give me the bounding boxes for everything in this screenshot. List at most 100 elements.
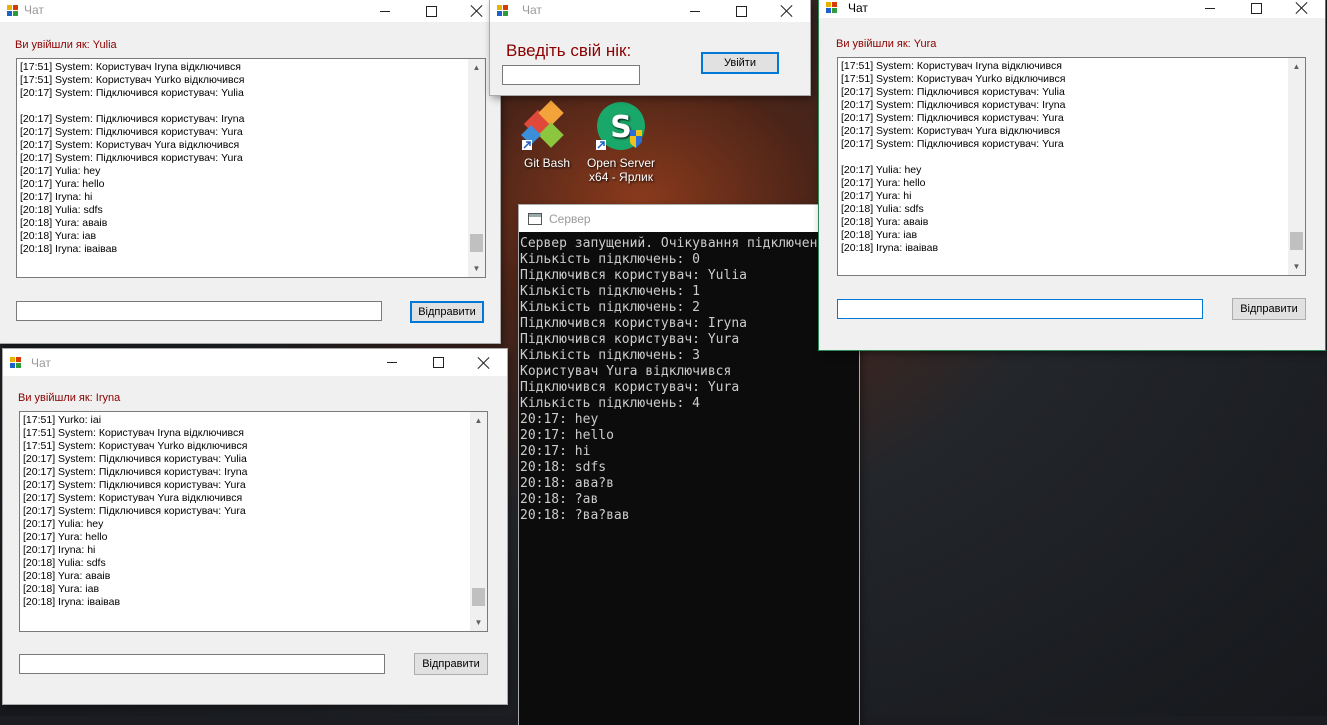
chat-message-line: [20:18] Iryna: іваівав	[23, 596, 121, 608]
app-icon	[10, 357, 21, 368]
desktop-icon-open-server[interactable]: S Open Server x64 - Ярлик	[581, 100, 661, 184]
svg-text:S: S	[610, 110, 632, 145]
chat-message-line: [20:18] Iryna: іваівав	[841, 242, 939, 254]
chat-history[interactable]: [17:51] System: Користувач Iryna відключ…	[16, 58, 486, 278]
login-window: Чат Введіть свій нік: Увійти	[490, 0, 810, 95]
chat-message-line: 20:18: ?ав	[520, 492, 599, 507]
chat-yulia-titlebar[interactable]: Чат	[0, 0, 500, 22]
chat-message-line: Кількість підключень: 4	[520, 396, 701, 411]
scroll-up-icon[interactable]: ▲	[468, 59, 485, 76]
chat-window-iryna: Чат Ви увійшли як: Iryna [17:51] Yurko: …	[3, 349, 507, 704]
chat-message-line: [20:17] System: Користувач Yura відключи…	[23, 492, 243, 504]
app-icon	[7, 5, 18, 16]
maximize-icon	[425, 5, 437, 17]
maximize-icon	[432, 357, 444, 368]
close-button[interactable]	[764, 0, 810, 22]
window-title: Чат	[24, 3, 44, 17]
chat-message-line: Кількість підключень: 2	[520, 300, 701, 315]
chat-message-line: [20:17] Yulia: hey	[23, 518, 104, 530]
send-button[interactable]: Відправити	[414, 653, 488, 675]
server-window: Сервер Сервер запущений. Очікування підк…	[519, 205, 859, 725]
chat-yura-titlebar[interactable]: Чат	[819, 0, 1325, 18]
scroll-up-icon[interactable]: ▲	[470, 412, 487, 429]
nick-input[interactable]	[502, 65, 640, 85]
scrollbar-thumb[interactable]	[470, 233, 483, 252]
chat-message-line: [20:17] System: Користувач Yura відключи…	[841, 125, 1061, 137]
close-icon	[781, 5, 793, 17]
logged-in-label: Ви увійшли як: Yulia	[15, 39, 117, 51]
chat-message-line	[841, 151, 1065, 164]
server-window-title: Сервер	[549, 212, 591, 226]
close-button[interactable]	[1279, 0, 1325, 16]
chat-message-line: [17:51] System: Користувач Yurko відключ…	[23, 440, 248, 452]
message-input[interactable]	[837, 299, 1203, 319]
chat-messages: [17:51] System: Користувач Iryna відключ…	[841, 60, 1065, 255]
maximize-button[interactable]	[415, 349, 461, 376]
minimize-icon	[387, 362, 397, 363]
chat-message-line: [20:17] Yura: hi	[841, 190, 912, 202]
chat-message-line	[20, 100, 244, 113]
open-server-icon: S	[596, 102, 645, 150]
chat-messages: [17:51] System: Користувач Iryna відключ…	[20, 61, 244, 256]
minimize-button[interactable]	[1187, 0, 1233, 16]
chat-scrollbar[interactable]: ▲ ▼	[470, 412, 487, 631]
chat-message-line: [20:17] Yura: hello	[23, 531, 108, 543]
chat-message-line: Кількість підключень: 1	[520, 284, 701, 299]
chat-history[interactable]: [17:51] Yurko: іаі [17:51] System: Корист…	[19, 411, 488, 632]
chat-message-line: [20:17] System: Підключився користувач: …	[841, 112, 1064, 124]
minimize-icon	[1205, 7, 1215, 9]
scroll-down-icon[interactable]: ▼	[468, 260, 485, 277]
chat-message-line: [20:17] System: Підключився користувач: …	[20, 152, 243, 164]
maximize-icon	[1250, 2, 1262, 14]
message-input[interactable]	[19, 654, 385, 674]
chat-message-line: 20:18: ава?в	[520, 476, 614, 491]
close-icon	[1296, 2, 1308, 14]
chat-iryna-titlebar[interactable]: Чат	[3, 349, 507, 376]
chat-scrollbar[interactable]: ▲ ▼	[1288, 58, 1305, 275]
minimize-button[interactable]	[369, 349, 415, 376]
chat-window-yulia: Чат Ви увійшли як: Yulia [17:51] System:…	[0, 0, 500, 343]
chat-message-line: [17:51] System: Користувач Iryna відключ…	[23, 427, 244, 439]
chat-message-line: Підключився користувач: Iryna	[520, 316, 747, 331]
chat-message-line: [20:17] Yura: hello	[841, 177, 926, 189]
chat-scrollbar[interactable]: ▲ ▼	[468, 59, 485, 277]
desktop-icon-label-line2: x64 - Ярлик	[589, 170, 653, 184]
scroll-down-icon[interactable]: ▼	[1288, 258, 1305, 275]
chat-message-line: Підключився користувач: Yura	[520, 380, 740, 395]
maximize-button[interactable]	[408, 0, 454, 22]
chat-history[interactable]: [17:51] System: Користувач Iryna відключ…	[837, 57, 1306, 276]
chat-message-line: Користувач Yura відключився	[520, 364, 732, 379]
scrollbar-thumb[interactable]	[1290, 231, 1303, 250]
chat-window-yura: Чат Ви увійшли як: Yura [17:51] System: …	[819, 0, 1325, 350]
send-button[interactable]: Відправити	[410, 301, 484, 323]
send-button[interactable]: Відправити	[1232, 298, 1306, 320]
desktop-icon-git-bash[interactable]: Git Bash	[507, 100, 587, 170]
scroll-up-icon[interactable]: ▲	[1288, 58, 1305, 75]
server-console-output[interactable]: Сервер запущений. Очікування підключен Кі…	[519, 232, 859, 725]
window-title: Чат	[848, 1, 868, 15]
chat-message-line: Підключився користувач: Yura	[520, 332, 740, 347]
minimize-button[interactable]	[672, 0, 718, 22]
minimize-icon	[380, 10, 390, 12]
login-button[interactable]: Увійти	[701, 52, 779, 74]
chat-message-line: 20:18: sdfs	[520, 460, 607, 475]
maximize-button[interactable]	[718, 0, 764, 22]
chat-message-line: [20:18] Yura: аваів	[841, 216, 929, 228]
scroll-down-icon[interactable]: ▼	[470, 614, 487, 631]
scrollbar-thumb[interactable]	[472, 587, 485, 606]
login-titlebar[interactable]: Чат	[490, 0, 810, 22]
chat-message-line: [20:17] System: Підключився користувач: …	[841, 86, 1065, 98]
chat-message-line: [20:17] System: Підключився користувач: …	[20, 87, 244, 99]
chat-message-line: [20:18] Yulia: sdfs	[20, 204, 103, 216]
message-input[interactable]	[16, 301, 382, 321]
chat-message-line: [20:17] System: Користувач Yura відключи…	[20, 139, 240, 151]
chat-message-line: [17:51] System: Користувач Yurko відключ…	[20, 74, 245, 86]
server-titlebar[interactable]: Сервер	[519, 205, 859, 232]
chat-message-line: [20:18] Yura: аваів	[20, 217, 108, 229]
close-button[interactable]	[461, 349, 507, 376]
chat-message-line: [20:17] System: Підключився користувач: …	[23, 479, 246, 491]
minimize-button[interactable]	[362, 0, 408, 22]
maximize-button[interactable]	[1233, 0, 1279, 16]
chat-message-line: [17:51] System: Користувач Iryna відключ…	[841, 60, 1062, 72]
chat-message-line: [20:18] Iryna: іваівав	[20, 243, 118, 255]
